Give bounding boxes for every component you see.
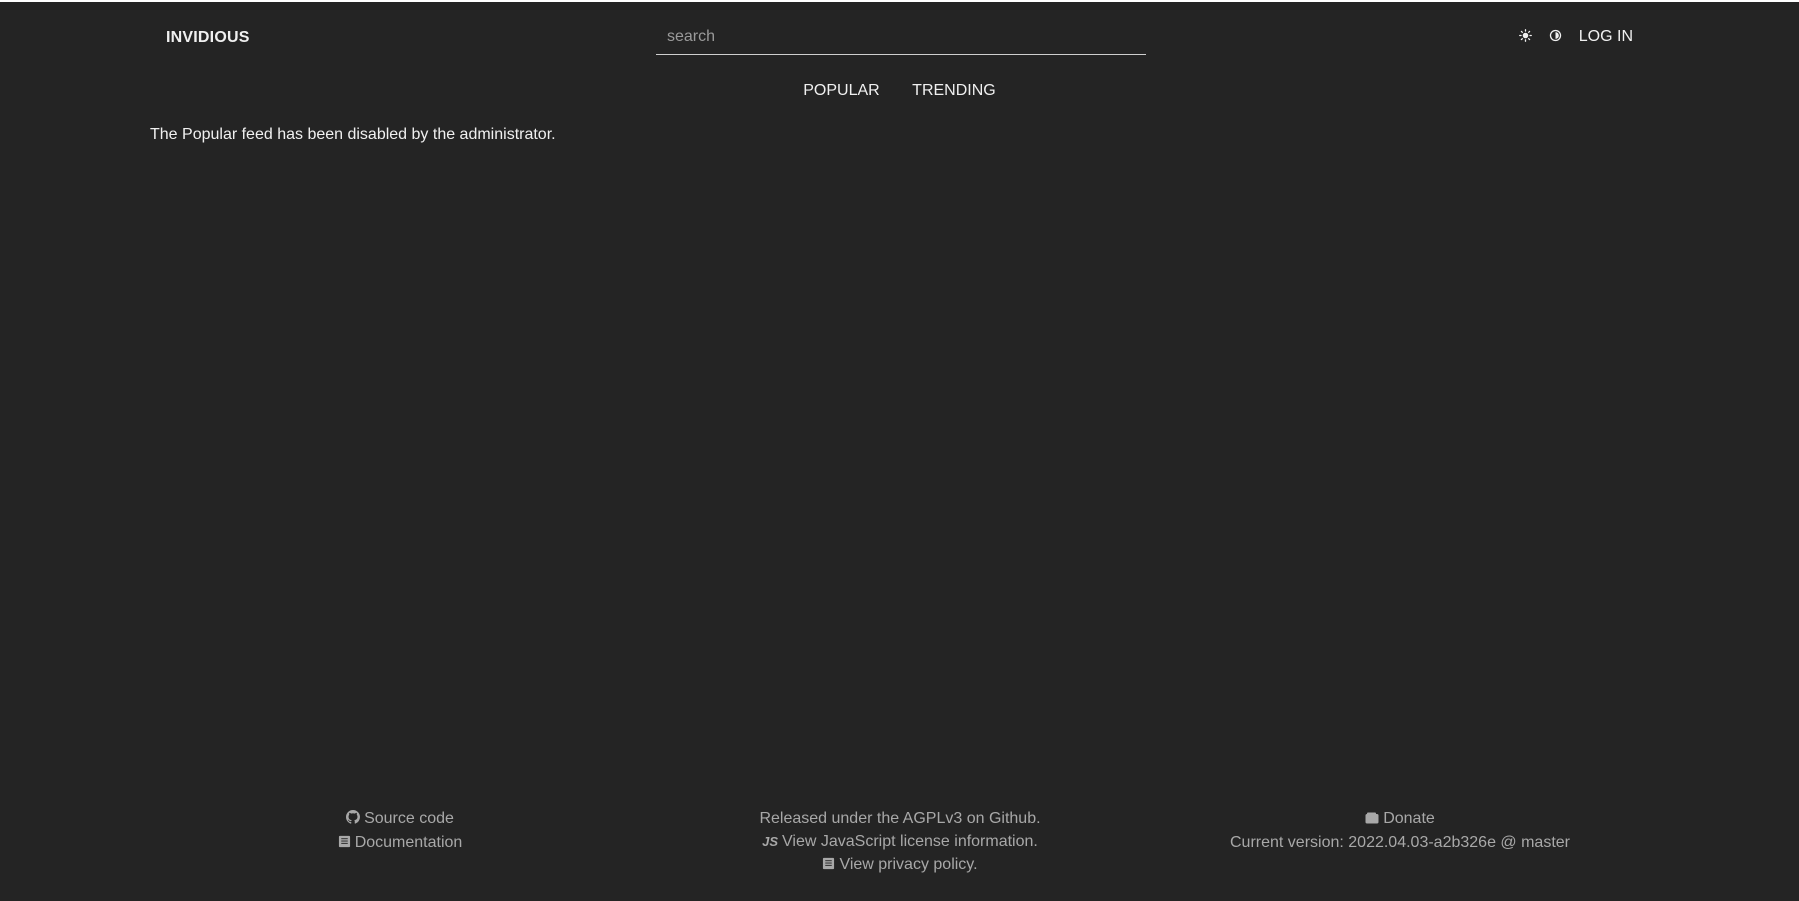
js-license-link[interactable]: JS View JavaScript license information. xyxy=(762,833,1038,850)
source-code-link[interactable]: Source code xyxy=(346,810,454,827)
donate-label: Donate xyxy=(1383,810,1435,827)
user-area: LOG IN xyxy=(1519,28,1633,46)
document-icon-svg xyxy=(823,857,835,870)
tab-popular[interactable]: POPULAR xyxy=(803,82,879,99)
half-moon-icon[interactable] xyxy=(1549,29,1563,45)
sun-icon[interactable] xyxy=(1519,29,1533,45)
github-icon-svg xyxy=(346,810,361,824)
donate-link[interactable]: Donate xyxy=(1365,810,1435,827)
source-code-label: Source code xyxy=(364,810,454,827)
half-moon-icon-svg xyxy=(1550,29,1562,42)
login-link[interactable]: LOG IN xyxy=(1579,28,1633,46)
documentation-link[interactable]: Documentation xyxy=(338,834,463,851)
page: INVIDIOUS search LOG IN POPULAR TRENDING… xyxy=(0,2,1799,901)
js-icon: JS xyxy=(762,834,779,849)
document-icon xyxy=(822,854,835,877)
footer-middle: Released under the AGPLv3 on Github. JS V… xyxy=(700,807,1100,877)
navbar: INVIDIOUS search LOG IN xyxy=(0,2,1799,74)
license-link[interactable]: Released under the AGPLv3 on Github. xyxy=(759,810,1040,827)
disabled-feed-message: The Popular feed has been disabled by th… xyxy=(150,126,556,143)
search-input[interactable] xyxy=(656,20,1146,55)
book-icon xyxy=(338,832,351,855)
feed-menu: POPULAR TRENDING xyxy=(0,82,1799,100)
github-icon xyxy=(346,808,361,831)
privacy-policy-label: View privacy policy. xyxy=(839,856,978,873)
wallet-icon xyxy=(1365,808,1379,831)
tab-trending[interactable]: TRENDING xyxy=(912,82,996,99)
js-license-label: View JavaScript license information. xyxy=(782,833,1038,850)
documentation-label: Documentation xyxy=(354,834,463,851)
sun-icon-svg xyxy=(1519,29,1533,42)
current-version: Current version: 2022.04.03-a2b326e @ ma… xyxy=(1230,834,1570,851)
wallet-icon-svg xyxy=(1365,812,1379,824)
search-form xyxy=(656,20,1146,56)
brand-logo-link[interactable]: INVIDIOUS xyxy=(166,29,250,47)
footer-left: Source code Documentation xyxy=(200,807,600,855)
book-icon-svg xyxy=(338,835,350,848)
privacy-policy-link[interactable]: View privacy policy. xyxy=(822,856,978,873)
footer-right: Donate Current version: 2022.04.03-a2b32… xyxy=(1200,807,1600,854)
